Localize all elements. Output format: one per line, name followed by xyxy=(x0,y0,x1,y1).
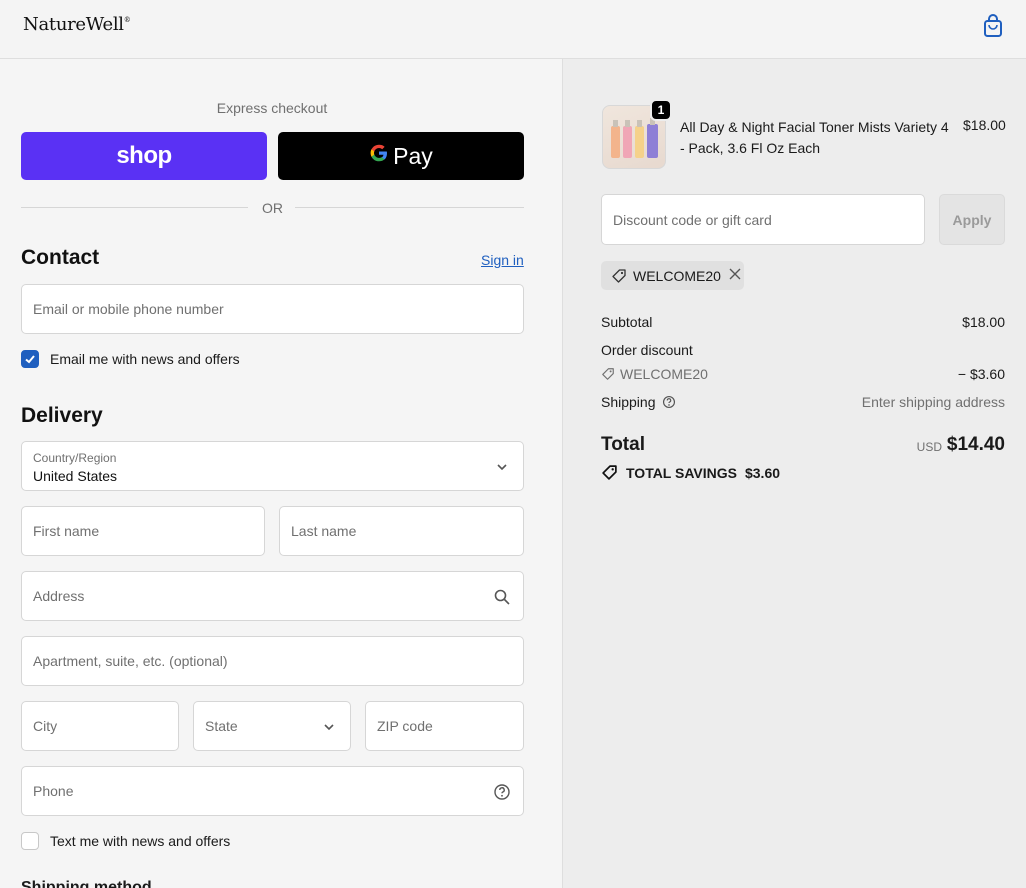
brand-registered-mark: ® xyxy=(123,16,131,24)
cart-button[interactable] xyxy=(980,12,1006,40)
order-discount-code: WELCOME20 xyxy=(620,366,708,382)
zip-placeholder: ZIP code xyxy=(377,718,433,734)
city-placeholder: City xyxy=(33,718,58,734)
checkmark-icon xyxy=(25,355,35,364)
delivery-title: Delivery xyxy=(21,404,103,427)
quantity-badge: 1 xyxy=(650,99,672,121)
help-icon[interactable] xyxy=(493,783,511,801)
zip-field[interactable]: ZIP code xyxy=(365,701,524,751)
city-field[interactable]: City xyxy=(21,701,179,751)
discount-code-input[interactable]: Discount code or gift card xyxy=(601,194,925,245)
remove-discount-button[interactable] xyxy=(729,267,741,285)
state-select[interactable]: State xyxy=(193,701,351,751)
address-field[interactable]: Address xyxy=(21,571,524,621)
sms-news-checkbox-row[interactable]: Text me with news and offers xyxy=(21,832,230,850)
first-name-placeholder: First name xyxy=(33,523,100,539)
order-discount-value: − $3.60 xyxy=(957,366,1005,382)
brand-logo[interactable]: NatureWell® xyxy=(23,14,131,35)
tag-icon xyxy=(602,368,614,380)
or-label: OR xyxy=(262,200,283,216)
chevron-down-icon xyxy=(324,724,334,731)
shipping-value: Enter shipping address xyxy=(861,394,1005,410)
country-value: United States xyxy=(33,468,118,484)
subtotal-label: Subtotal xyxy=(601,314,653,330)
brand-name: NatureWell xyxy=(23,14,124,35)
last-name-placeholder: Last name xyxy=(291,523,357,539)
email-news-checkbox-row[interactable]: Email me with news and offers xyxy=(21,350,240,368)
order-discount-code-row: WELCOME20 xyxy=(601,366,708,382)
shipping-row: Shipping xyxy=(601,394,676,410)
shipping-label: Shipping xyxy=(601,394,656,410)
help-icon[interactable] xyxy=(662,395,676,409)
email-placeholder: Email or mobile phone number xyxy=(33,301,224,317)
phone-field[interactable]: Phone xyxy=(21,766,524,816)
phone-placeholder: Phone xyxy=(33,783,74,799)
order-discount-label: Order discount xyxy=(601,342,693,358)
shopping-bag-icon xyxy=(984,14,1002,37)
applied-code: WELCOME20 xyxy=(633,267,721,284)
sign-in-link[interactable]: Sign in xyxy=(481,252,524,268)
first-name-field[interactable]: First name xyxy=(21,506,265,556)
checkout-form-panel: Express checkout shop Pay OR Contact Sig… xyxy=(0,59,563,888)
apartment-field[interactable]: Apartment, suite, etc. (optional) xyxy=(21,636,524,686)
contact-title: Contact xyxy=(21,246,100,269)
currency-code: USD xyxy=(916,440,942,454)
shop-pay-button[interactable]: shop xyxy=(21,132,267,180)
product-price: $18.00 xyxy=(963,117,1006,133)
google-g-icon xyxy=(369,143,389,169)
search-icon xyxy=(494,589,510,605)
close-icon xyxy=(729,268,741,279)
or-divider: OR xyxy=(21,200,524,216)
state-placeholder: State xyxy=(205,718,238,734)
tag-icon xyxy=(602,465,617,480)
total-value: $14.40 xyxy=(946,434,1005,455)
email-field[interactable]: Email or mobile phone number xyxy=(21,284,524,334)
google-pay-button[interactable]: Pay xyxy=(278,132,524,180)
address-placeholder: Address xyxy=(33,588,85,604)
shipping-method-title: Shipping method xyxy=(21,879,152,888)
tag-icon xyxy=(612,268,626,283)
total-savings-value: $3.60 xyxy=(744,464,781,481)
last-name-field[interactable]: Last name xyxy=(279,506,524,556)
order-summary-panel: 1 All Day & Night Facial Toner Mists Var… xyxy=(563,59,1026,888)
google-pay-label: Pay xyxy=(393,142,433,169)
apartment-placeholder: Apartment, suite, etc. (optional) xyxy=(33,653,228,669)
email-news-checkbox[interactable] xyxy=(21,350,39,368)
total-label: Total xyxy=(601,434,645,455)
applied-discount-chip: WELCOME20 xyxy=(601,261,744,290)
country-label: Country/Region xyxy=(33,451,117,465)
product-name: All Day & Night Facial Toner Mists Varie… xyxy=(680,119,949,156)
shop-pay-label: shop xyxy=(116,142,172,169)
sms-news-label: Text me with news and offers xyxy=(50,833,231,849)
discount-placeholder: Discount code or gift card xyxy=(613,212,772,228)
express-checkout-label: Express checkout xyxy=(216,100,328,116)
header: NatureWell® xyxy=(0,0,1026,59)
chevron-down-icon xyxy=(497,464,507,471)
sms-news-checkbox[interactable] xyxy=(21,832,39,850)
apply-discount-button[interactable]: Apply xyxy=(939,194,1005,245)
total-savings-row: TOTAL SAVINGS $3.60 xyxy=(601,464,780,481)
country-select[interactable]: Country/Region United States xyxy=(21,441,524,491)
email-news-label: Email me with news and offers xyxy=(50,351,240,367)
subtotal-value: $18.00 xyxy=(962,314,1005,330)
total-savings-label: TOTAL SAVINGS xyxy=(626,464,737,481)
